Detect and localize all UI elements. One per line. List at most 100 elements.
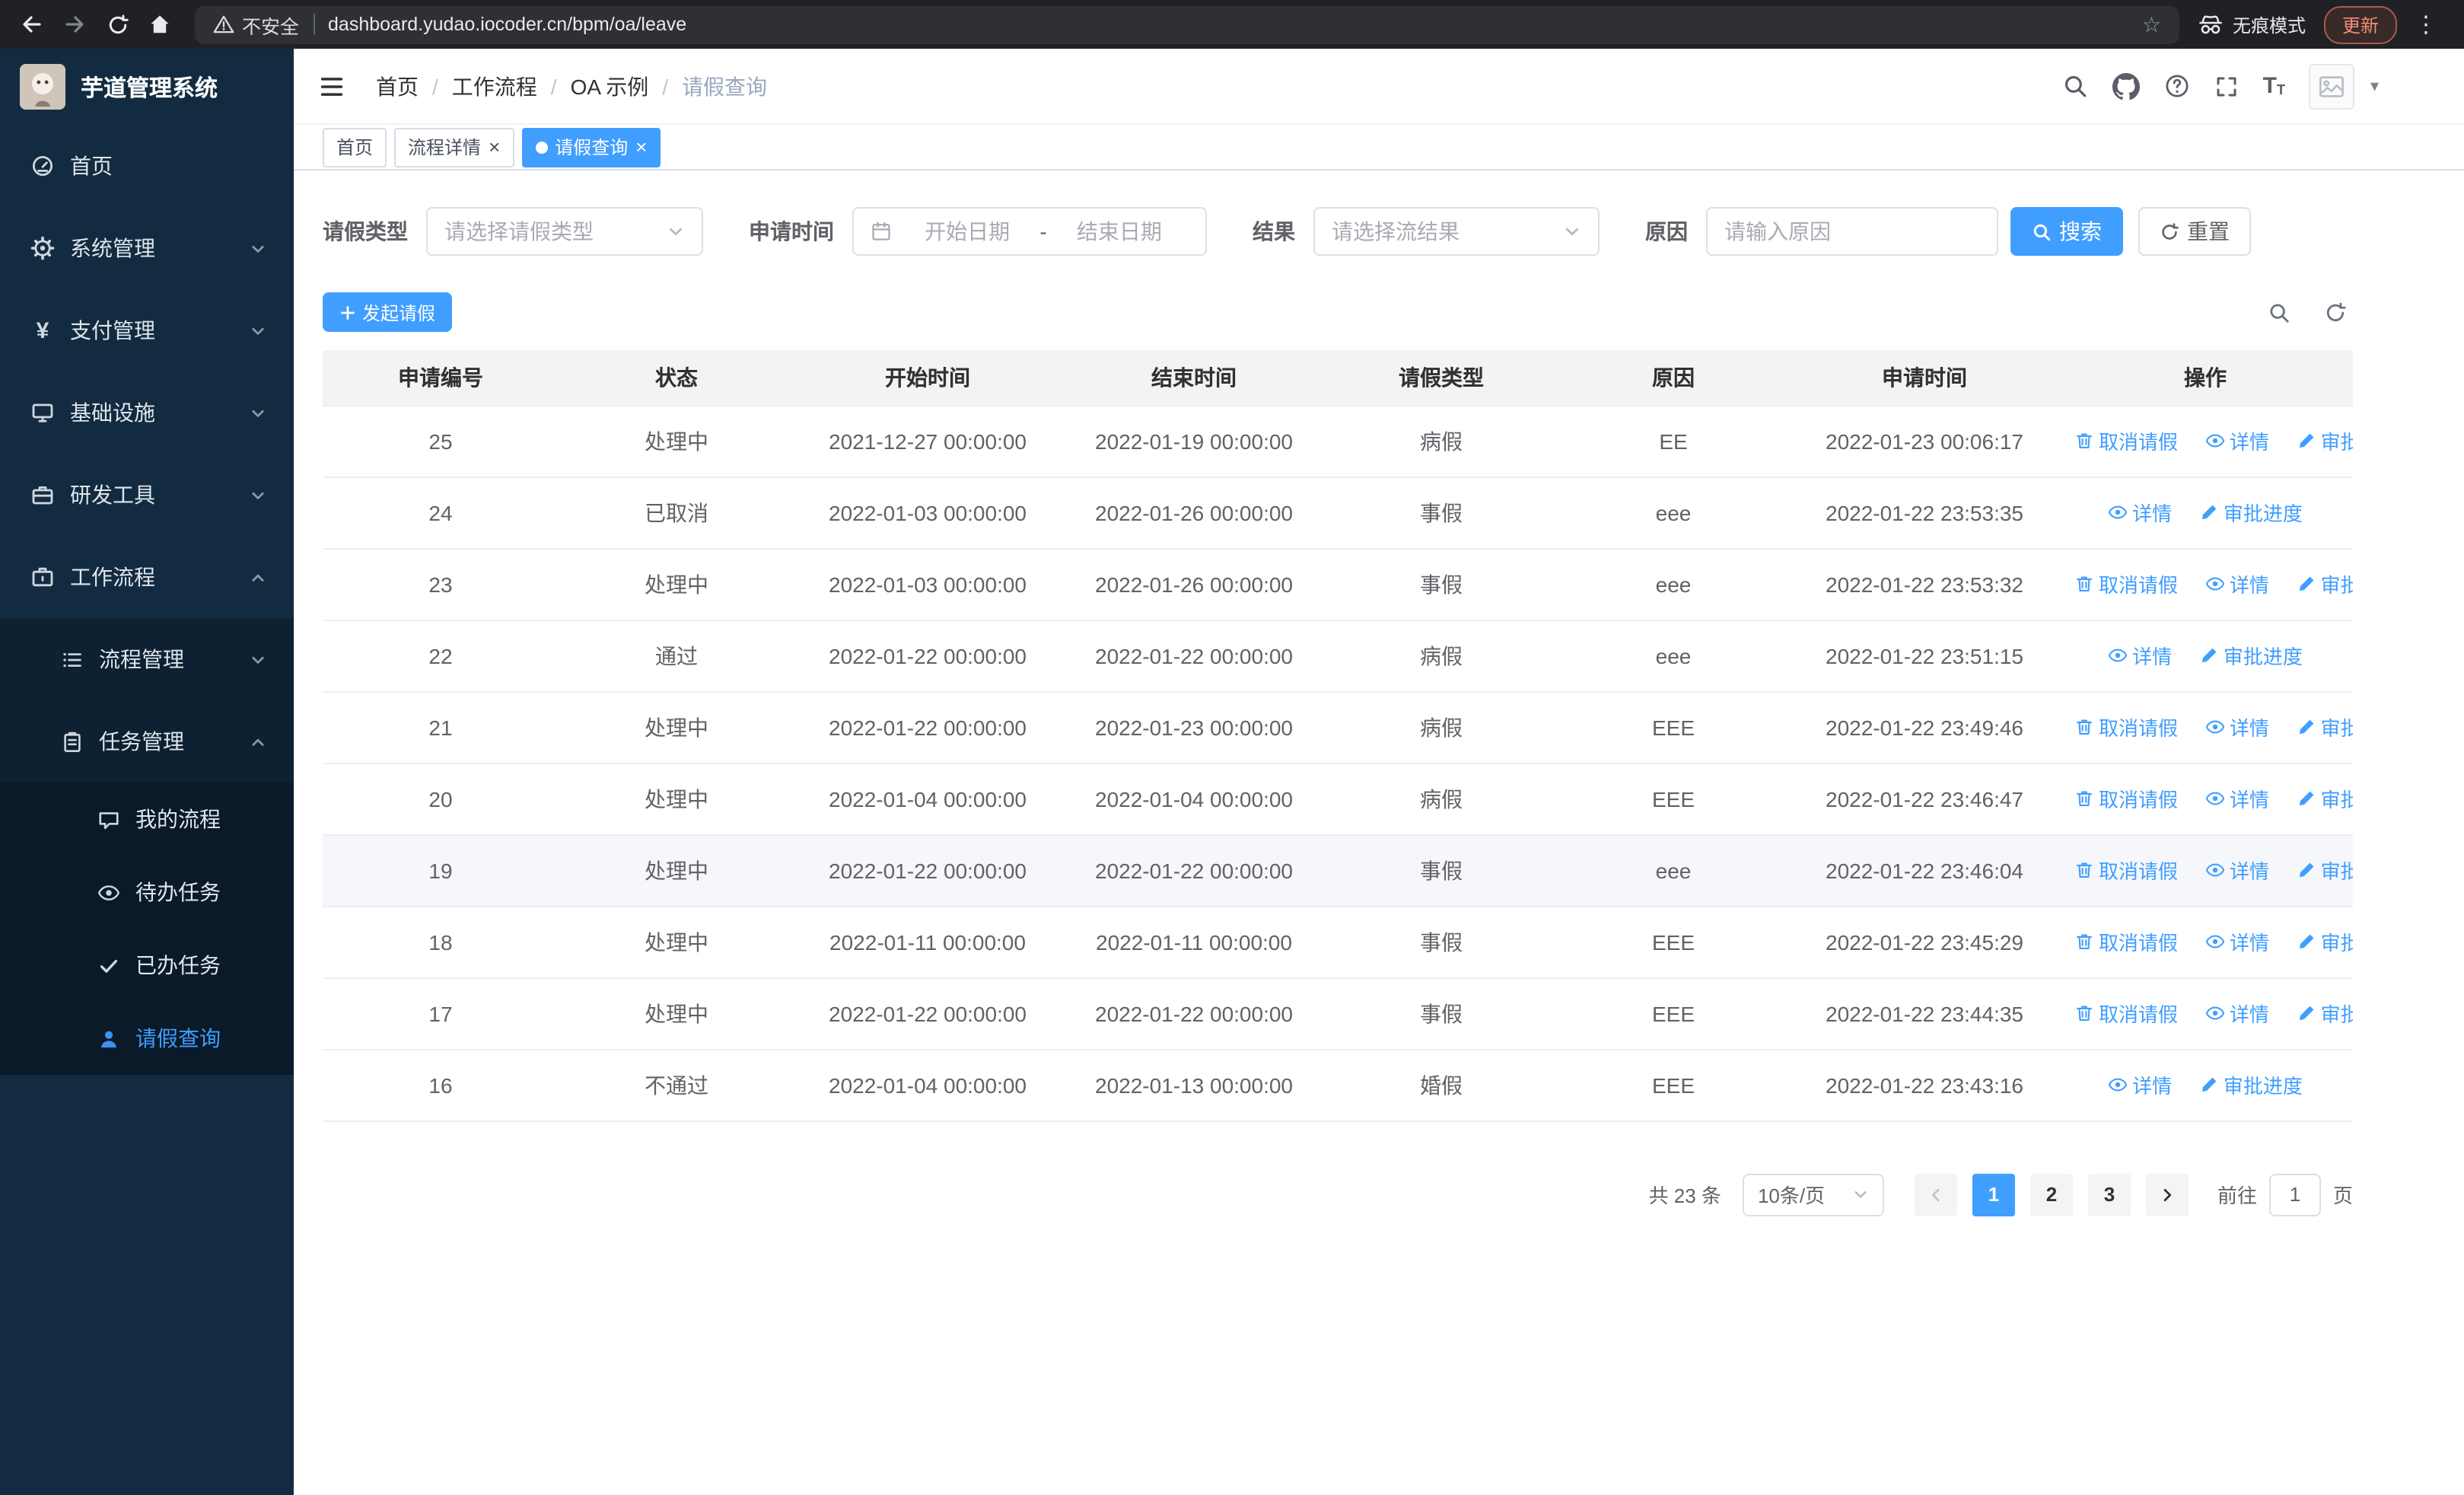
home-button[interactable] (140, 5, 180, 44)
result-select[interactable]: 请选择流结果 (1313, 207, 1600, 256)
reset-button-label: 重置 (2187, 219, 2230, 244)
eye-icon (2205, 1006, 2224, 1020)
detail-link[interactable]: 详情 (2108, 1070, 2172, 1099)
back-button[interactable] (12, 5, 52, 44)
sidebar-item-my-process[interactable]: 我的流程 (0, 783, 294, 856)
sidebar-item-label: 我的流程 (135, 807, 221, 831)
approval-progress-link[interactable]: 审批进度 (2297, 712, 2353, 741)
detail-link[interactable]: 详情 (2205, 712, 2269, 741)
sidebar-item-devtools[interactable]: 研发工具 (0, 454, 294, 536)
cell-leave-type: 事假 (1327, 834, 1555, 907)
sidebar-item-workflow[interactable]: 工作流程 (0, 536, 294, 618)
sidebar-item-home[interactable]: 首页 (0, 125, 294, 207)
sidebar-item-payment[interactable]: ¥ 支付管理 (0, 289, 294, 371)
prev-page-button[interactable] (1914, 1173, 1957, 1216)
forward-button[interactable] (55, 5, 94, 44)
sidebar-item-infrastructure[interactable]: 基础设施 (0, 371, 294, 454)
github-link[interactable] (2112, 72, 2140, 100)
detail-link[interactable]: 详情 (2205, 927, 2269, 956)
approval-progress-link[interactable]: 审批进度 (2199, 1070, 2303, 1099)
tab-home[interactable]: 首页 (323, 127, 387, 167)
workflow-icon (32, 567, 53, 587)
sidebar-item-done-tasks[interactable]: 已办任务 (0, 929, 294, 1002)
sidebar-item-leave-query[interactable]: 请假查询 (0, 1002, 294, 1075)
cell-end-time: 2022-01-04 00:00:00 (1061, 763, 1327, 835)
detail-label: 详情 (2132, 645, 2173, 668)
detail-link[interactable]: 详情 (2205, 569, 2269, 598)
cell-leave-type: 事假 (1327, 977, 1555, 1050)
cancel-leave-link[interactable]: 取消请假 (2074, 784, 2178, 813)
refresh-table-button[interactable] (2324, 301, 2347, 324)
breadcrumb-item-workflow[interactable]: 工作流程 (452, 71, 537, 101)
approval-progress-link[interactable]: 审批进度 (2297, 784, 2353, 813)
detail-link[interactable]: 详情 (2205, 999, 2269, 1028)
update-button[interactable]: 更新 (2323, 5, 2397, 43)
cell-actions: 详情 审批进度 (2058, 1049, 2353, 1121)
cancel-leave-link[interactable]: 取消请假 (2074, 999, 2178, 1028)
app-logo[interactable]: 芋道管理系统 (0, 49, 294, 125)
page-number-button[interactable]: 2 (2029, 1173, 2073, 1216)
caret-down-icon[interactable]: ▾ (2370, 76, 2379, 96)
goto-page-input[interactable] (2268, 1173, 2321, 1216)
sidebar-item-system[interactable]: 系统管理 (0, 207, 294, 289)
cancel-leave-link[interactable]: 取消请假 (2074, 856, 2178, 885)
create-leave-button[interactable]: 发起请假 (323, 292, 453, 332)
bookmark-star-icon[interactable]: ☆ (2142, 11, 2161, 37)
cell-start-time: 2022-01-03 00:00:00 (794, 548, 1061, 620)
leave-type-select[interactable]: 请选择请假类型 (426, 207, 703, 256)
eye-icon (2205, 863, 2224, 877)
user-avatar[interactable] (2309, 63, 2355, 109)
cell-start-time: 2022-01-11 00:00:00 (794, 906, 1061, 978)
close-tab-icon[interactable]: × (489, 137, 500, 157)
security-warning[interactable]: 不安全 (213, 10, 299, 39)
reason-input[interactable] (1706, 207, 1998, 256)
table-tool-icons (2268, 301, 2353, 324)
detail-link[interactable]: 详情 (2205, 856, 2269, 885)
column-header: 操作 (2058, 350, 2353, 406)
tab-process-detail[interactable]: 流程详情 × (394, 127, 514, 167)
page-size-select[interactable]: 10条/页 (1742, 1173, 1884, 1216)
browser-menu-button[interactable]: ⋮ (2406, 5, 2446, 44)
approval-progress-link[interactable]: 审批进度 (2199, 498, 2303, 527)
approval-progress-link[interactable]: 审批进度 (2297, 999, 2353, 1028)
detail-link[interactable]: 详情 (2205, 426, 2269, 455)
page-number-button[interactable]: 3 (2087, 1173, 2131, 1216)
breadcrumb-item-oa-example[interactable]: OA 示例 (571, 71, 649, 101)
header-search-button[interactable] (2062, 73, 2088, 99)
task-submenu: 我的流程 待办任务 已办任务 请假查询 (0, 783, 294, 1075)
breadcrumb-item-home[interactable]: 首页 (376, 71, 419, 101)
cell-apply-time: 2022-01-22 23:45:29 (1791, 906, 2058, 978)
font-size-button[interactable]: TT (2263, 75, 2285, 97)
cancel-leave-link[interactable]: 取消请假 (2074, 426, 2178, 455)
reload-button[interactable] (97, 5, 137, 44)
help-button[interactable] (2164, 73, 2190, 99)
toggle-search-button[interactable] (2268, 301, 2291, 324)
cancel-leave-label: 取消请假 (2099, 860, 2179, 883)
collapse-sidebar-button[interactable] (318, 72, 345, 100)
sidebar-item-todo-tasks[interactable]: 待办任务 (0, 856, 294, 929)
fullscreen-button[interactable] (2214, 74, 2239, 98)
approval-progress-link[interactable]: 审批进度 (2297, 569, 2353, 598)
detail-link[interactable]: 详情 (2205, 784, 2269, 813)
next-page-button[interactable] (2145, 1173, 2189, 1216)
chevron-right-icon (2163, 1187, 2172, 1201)
cancel-leave-link[interactable]: 取消请假 (2074, 927, 2178, 956)
cancel-leave-link[interactable]: 取消请假 (2074, 712, 2178, 741)
apply-time-range-picker[interactable]: 开始日期 - 结束日期 (852, 207, 1207, 256)
reset-button[interactable]: 重置 (2138, 207, 2251, 256)
approval-progress-link[interactable]: 审批进度 (2297, 856, 2353, 885)
approval-progress-link[interactable]: 审批进度 (2199, 641, 2303, 670)
detail-link[interactable]: 详情 (2108, 498, 2172, 527)
tab-leave-query[interactable]: 请假查询 × (521, 127, 661, 167)
approval-progress-link[interactable]: 审批进度 (2297, 426, 2353, 455)
approval-progress-link[interactable]: 审批进度 (2297, 927, 2353, 956)
search-button[interactable]: 搜索 (2010, 207, 2123, 256)
cancel-leave-link[interactable]: 取消请假 (2074, 569, 2178, 598)
search-icon (2064, 75, 2086, 97)
detail-link[interactable]: 详情 (2108, 641, 2172, 670)
address-bar[interactable]: 不安全 dashboard.yudao.iocoder.cn/bpm/oa/le… (195, 5, 2179, 43)
page-number-button[interactable]: 1 (1972, 1173, 2015, 1216)
sidebar-item-process-management[interactable]: 流程管理 (0, 618, 294, 700)
sidebar-item-task-management[interactable]: 任务管理 (0, 700, 294, 783)
close-tab-icon[interactable]: × (635, 137, 647, 157)
